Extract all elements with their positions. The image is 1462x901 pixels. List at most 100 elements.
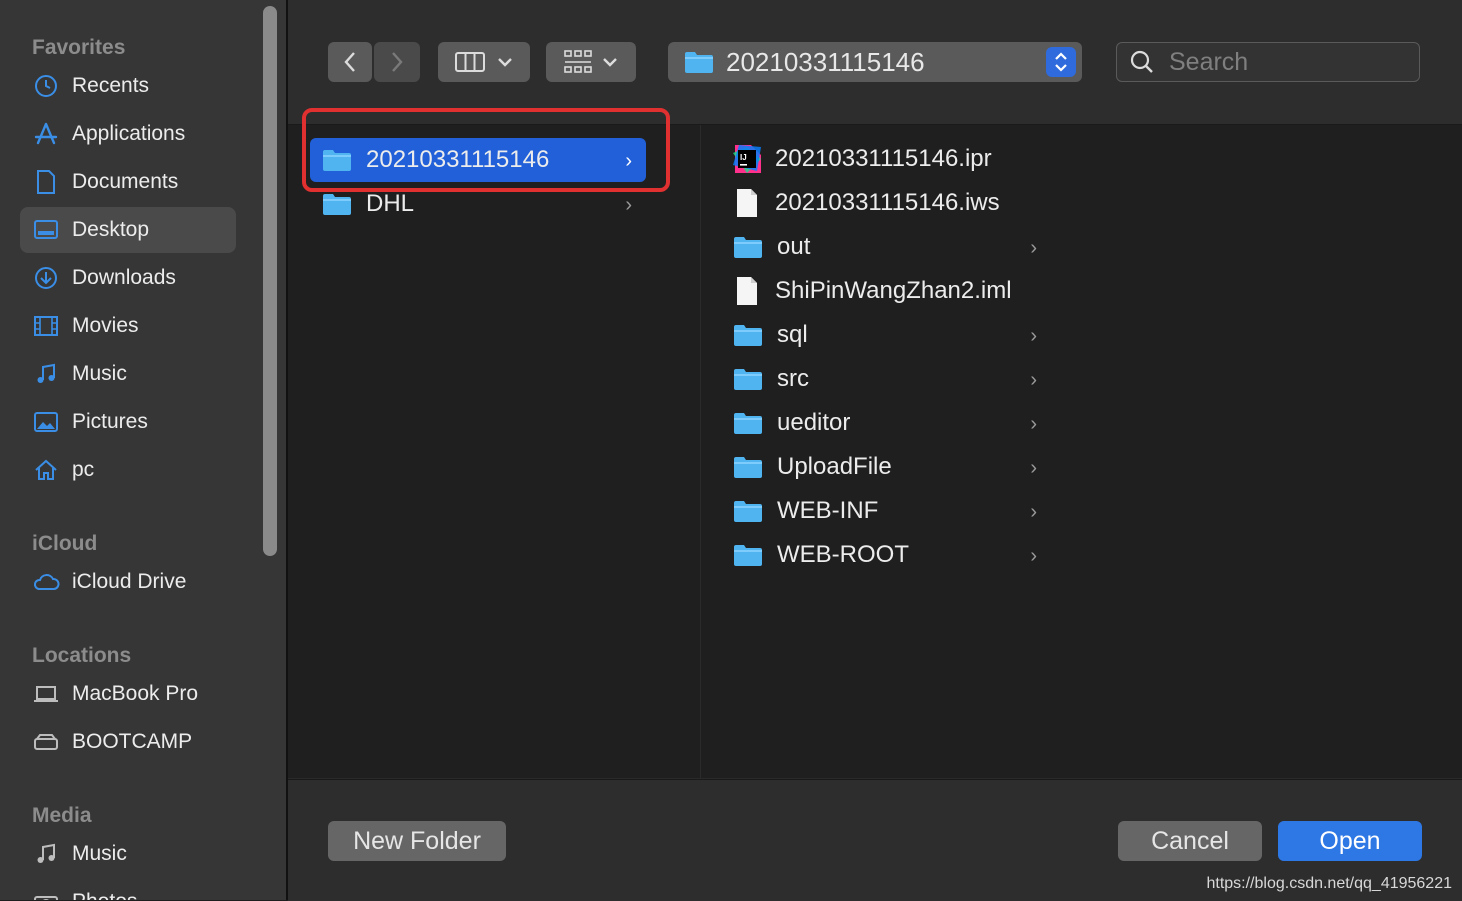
chevron-right-icon bbox=[392, 52, 403, 72]
location-popup[interactable]: 20210331115146 bbox=[668, 42, 1082, 82]
list-item-ueditor[interactable]: ueditor › bbox=[731, 401, 1051, 445]
columns-view-icon bbox=[455, 52, 485, 72]
list-item-ipr[interactable]: IJ 20210331115146.ipr bbox=[731, 137, 1051, 181]
grid-icon bbox=[564, 50, 592, 73]
new-folder-button[interactable]: New Folder bbox=[328, 821, 506, 861]
sidebar-item-recents[interactable]: Recents bbox=[20, 63, 236, 109]
sidebar-item-label: Pictures bbox=[72, 410, 148, 433]
folder-icon bbox=[323, 194, 351, 215]
sidebar-item-label: pc bbox=[72, 458, 95, 481]
sidebar-item-label: Documents bbox=[72, 170, 179, 193]
up-down-chevron-icon bbox=[1046, 47, 1076, 77]
sidebar-item-photos[interactable]: Photos bbox=[20, 879, 236, 900]
item-label: out bbox=[777, 233, 811, 260]
sidebar-item-label: MacBook Pro bbox=[72, 682, 199, 705]
sidebar-item-bootcamp[interactable]: BOOTCAMP bbox=[20, 719, 236, 765]
sidebar-item-media-music[interactable]: Music bbox=[20, 831, 236, 877]
drive-icon bbox=[32, 728, 60, 756]
download-icon bbox=[32, 264, 60, 292]
sidebar-item-label: Desktop bbox=[72, 218, 150, 241]
sidebar-item-documents[interactable]: Documents bbox=[20, 159, 236, 205]
sidebar-item-movies[interactable]: Movies bbox=[20, 303, 236, 349]
sidebar-scrollbar[interactable] bbox=[263, 6, 277, 556]
list-item-out[interactable]: out › bbox=[731, 225, 1051, 269]
location-popup-label: 20210331115146 bbox=[726, 46, 925, 77]
sidebar-item-macbook-pro[interactable]: MacBook Pro bbox=[20, 671, 236, 717]
list-item-uploadfile[interactable]: UploadFile › bbox=[731, 445, 1051, 489]
search-field[interactable] bbox=[1116, 42, 1420, 82]
sidebar-item-desktop[interactable]: Desktop bbox=[20, 207, 236, 253]
folder-icon bbox=[734, 457, 762, 478]
home-icon bbox=[32, 456, 60, 484]
sidebar-item-label: Music bbox=[72, 362, 127, 385]
sidebar-item-label: Recents bbox=[72, 74, 150, 97]
folder-icon bbox=[734, 369, 762, 390]
list-item-web-inf[interactable]: WEB-INF › bbox=[731, 489, 1051, 533]
folder-icon bbox=[734, 413, 762, 434]
item-label: ShiPinWangZhan2.iml bbox=[775, 277, 1012, 304]
chevron-right-icon: › bbox=[1030, 369, 1037, 391]
view-mode-button[interactable] bbox=[438, 42, 530, 82]
sidebar-item-icloud-drive[interactable]: iCloud Drive bbox=[20, 559, 236, 605]
column-1: 20210331115146 › DHL › bbox=[288, 108, 700, 778]
item-label: 20210331115146.iws bbox=[775, 189, 1000, 216]
list-item-iws[interactable]: 20210331115146.iws bbox=[731, 181, 1051, 225]
chevron-right-icon: › bbox=[1030, 237, 1037, 259]
folder-icon bbox=[734, 501, 762, 522]
sidebar-item-label: Photos bbox=[72, 890, 137, 900]
list-item-web-root[interactable]: WEB-ROOT › bbox=[731, 533, 1051, 577]
sidebar-item-label: Applications bbox=[72, 122, 186, 145]
search-icon bbox=[1130, 50, 1153, 73]
item-label: WEB-INF bbox=[777, 497, 879, 524]
document-icon bbox=[737, 277, 757, 305]
search-input[interactable] bbox=[1167, 46, 1411, 78]
cancel-button[interactable]: Cancel bbox=[1118, 821, 1262, 861]
applications-icon bbox=[32, 120, 60, 148]
chevron-right-icon: › bbox=[1030, 501, 1037, 523]
item-label: 20210331115146.ipr bbox=[775, 145, 992, 172]
item-label: DHL bbox=[366, 190, 415, 217]
section-icloud: iCloud bbox=[32, 532, 98, 555]
section-media: Media bbox=[32, 804, 92, 827]
sidebar-item-label: iCloud Drive bbox=[72, 570, 187, 593]
group-by-button[interactable] bbox=[546, 42, 636, 82]
sidebar-item-label: BOOTCAMP bbox=[72, 730, 193, 753]
sidebar-item-label: Movies bbox=[72, 314, 139, 337]
sidebar-item-pictures[interactable]: Pictures bbox=[20, 399, 236, 445]
item-label: WEB-ROOT bbox=[777, 541, 909, 568]
chevron-down-icon bbox=[603, 58, 617, 67]
sidebar-item-label: Music bbox=[72, 842, 127, 865]
sidebar-item-downloads[interactable]: Downloads bbox=[20, 255, 236, 301]
svg-text:IJ: IJ bbox=[740, 153, 747, 162]
music-note-icon bbox=[32, 840, 60, 868]
back-button[interactable] bbox=[328, 42, 372, 82]
sidebar: Favorites Recents Applications Documents… bbox=[0, 0, 288, 900]
clock-icon bbox=[32, 72, 60, 100]
intellij-project-icon: IJ bbox=[733, 145, 761, 173]
folder-icon bbox=[734, 545, 762, 566]
annotation-highlight-box bbox=[302, 108, 670, 192]
folder-icon bbox=[734, 325, 762, 346]
section-locations: Locations bbox=[32, 644, 132, 667]
toolbar: 20210331115146 bbox=[288, 0, 1462, 125]
open-button[interactable]: Open bbox=[1278, 821, 1422, 861]
sidebar-item-label: Downloads bbox=[72, 266, 176, 289]
bottom-bar: New Folder Cancel Open https://blog.csdn… bbox=[288, 779, 1462, 901]
watermark-text: https://blog.csdn.net/qq_41956221 bbox=[1206, 875, 1452, 892]
list-item-sql[interactable]: sql › bbox=[731, 313, 1051, 357]
list-item-iml[interactable]: ShiPinWangZhan2.iml bbox=[731, 269, 1051, 313]
laptop-icon bbox=[32, 680, 60, 708]
sidebar-item-home[interactable]: pc bbox=[20, 447, 236, 493]
chevron-right-icon: › bbox=[625, 194, 632, 216]
chevron-right-icon: › bbox=[1030, 545, 1037, 567]
document-icon bbox=[737, 189, 757, 217]
column-browser: 20210331115146 › DHL › IJ 20210331115146… bbox=[288, 108, 1462, 778]
sidebar-item-music[interactable]: Music bbox=[20, 351, 236, 397]
sidebar-item-applications[interactable]: Applications bbox=[20, 111, 236, 157]
folder-icon bbox=[685, 52, 713, 73]
list-item-src[interactable]: src › bbox=[731, 357, 1051, 401]
column-2: IJ 20210331115146.ipr 20210331115146.iws… bbox=[700, 125, 1053, 778]
forward-button[interactable] bbox=[374, 42, 420, 82]
chevron-right-icon: › bbox=[1030, 413, 1037, 435]
cloud-icon bbox=[32, 568, 60, 596]
